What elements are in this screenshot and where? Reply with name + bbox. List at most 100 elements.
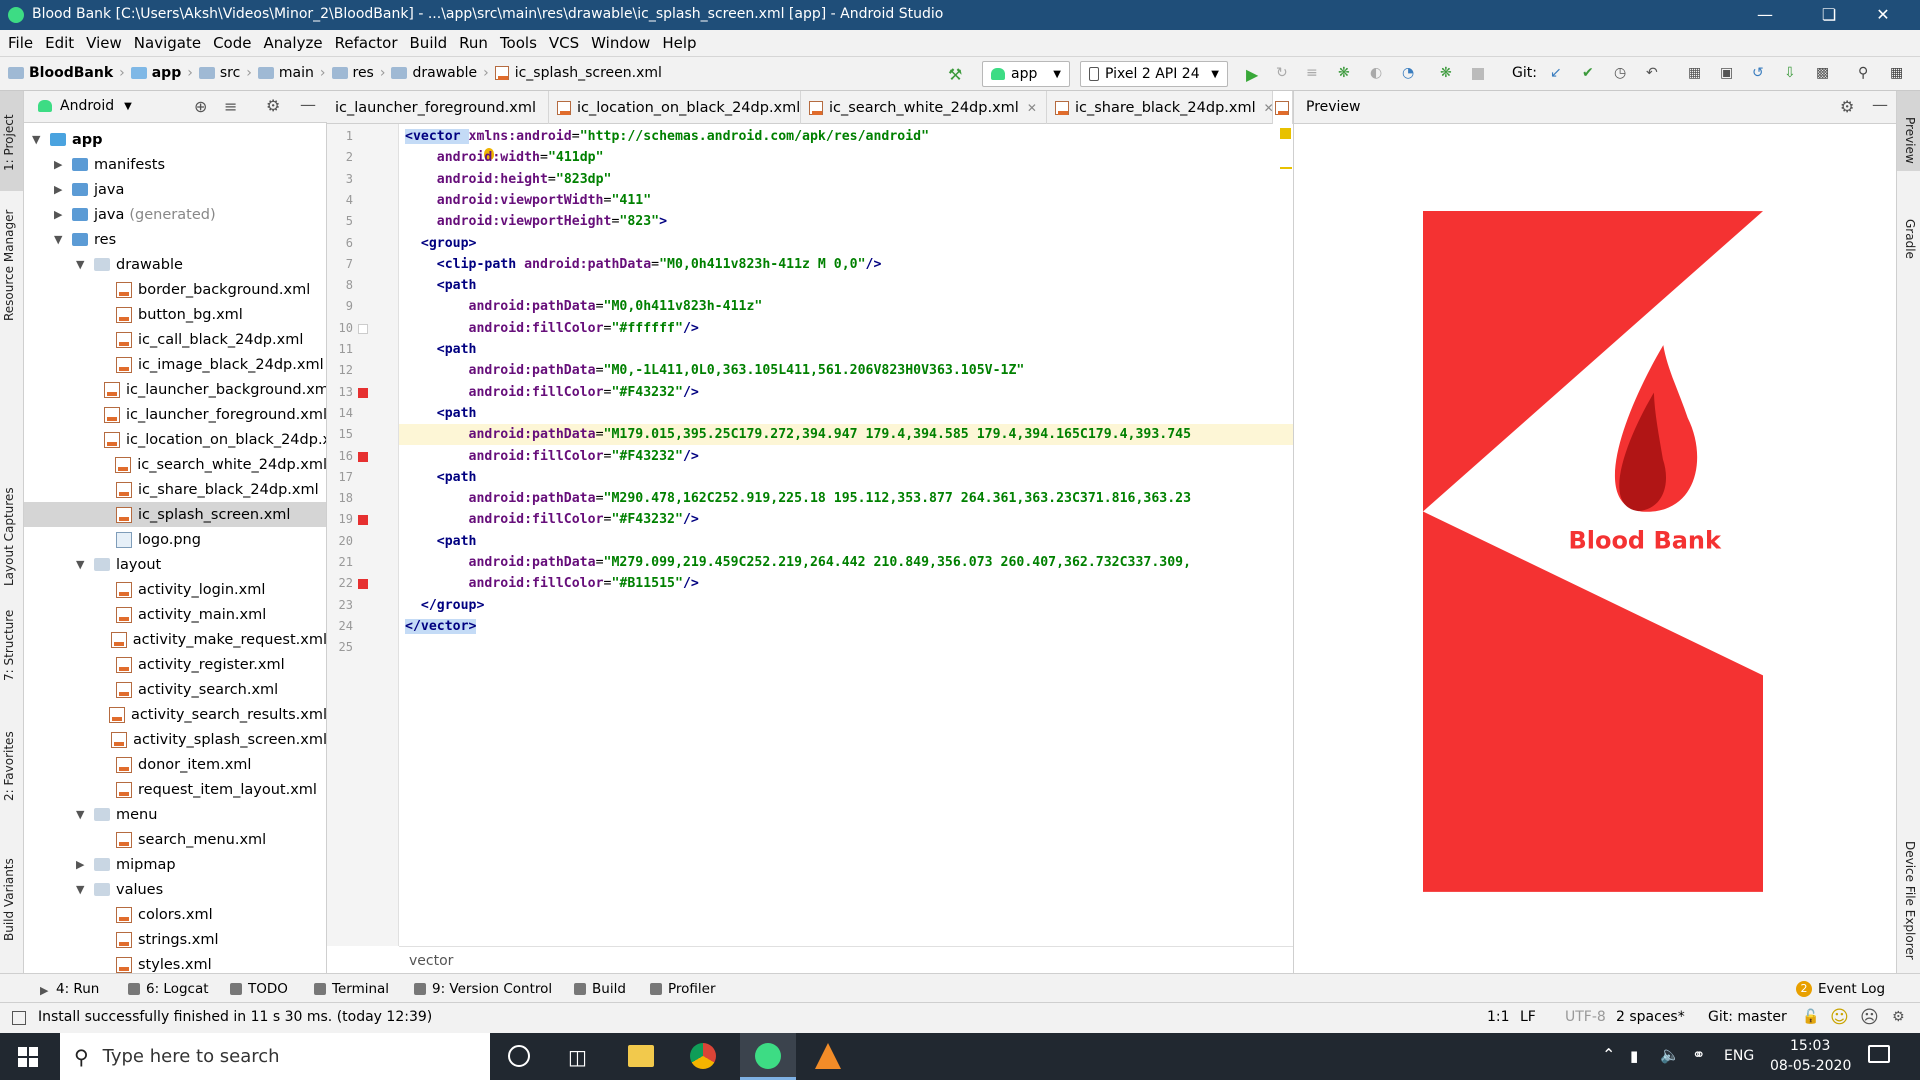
tree-file-item[interactable]: activity_search_results.xml xyxy=(24,702,326,727)
tree-file-item[interactable]: border_background.xml xyxy=(24,277,326,302)
tree-folder-item[interactable]: ▶ java (generated) xyxy=(24,202,326,227)
expand-arrow-right-icon[interactable]: ▶ xyxy=(54,158,66,171)
close-button[interactable]: ✕ xyxy=(1860,0,1906,30)
line-separator[interactable]: LF xyxy=(1520,1009,1536,1025)
tree-file-item[interactable]: ic_search_white_24dp.xml xyxy=(24,452,326,477)
tool-tab-profiler[interactable]: Profiler xyxy=(650,981,716,997)
editor-footer-tag[interactable]: vector xyxy=(409,953,453,969)
language-indicator[interactable]: ENG xyxy=(1724,1048,1754,1064)
tree-folder-item[interactable]: ▼ drawable xyxy=(24,252,326,277)
tab-ic-share-black[interactable]: ic_share_black_24dp.xml ✕ xyxy=(1047,91,1274,124)
tree-file-item[interactable]: ic_call_black_24dp.xml xyxy=(24,327,326,352)
expand-arrow-right-icon[interactable]: ▶ xyxy=(54,208,66,221)
tool-window-structure[interactable]: 7: Structure xyxy=(2,610,16,681)
apply-code-icon[interactable]: ≡ xyxy=(1306,65,1324,83)
breadcrumb-main[interactable]: main › xyxy=(257,65,326,81)
tree-file-item[interactable]: activity_search.xml xyxy=(24,677,326,702)
menu-help[interactable]: Help xyxy=(662,34,696,52)
tool-tab-terminal[interactable]: Terminal xyxy=(314,981,389,997)
cortana-icon[interactable] xyxy=(508,1045,530,1067)
tree-file-item[interactable]: donor_item.xml xyxy=(24,752,326,777)
expand-arrow-right-icon[interactable]: ▶ xyxy=(76,858,88,871)
history-icon[interactable]: ◷ xyxy=(1614,65,1632,83)
settings-icon[interactable]: ⚙ xyxy=(266,96,280,115)
feedback-sad-icon[interactable]: ☹ xyxy=(1860,1007,1879,1028)
tree-file-item[interactable]: activity_login.xml xyxy=(24,577,326,602)
apply-changes-icon[interactable]: ↻ xyxy=(1276,65,1294,83)
inspection-status-icon[interactable] xyxy=(1280,128,1291,139)
avd-manager-icon[interactable]: ▣ xyxy=(1720,65,1738,83)
tree-file-item[interactable]: colors.xml xyxy=(24,902,326,927)
rollback-icon[interactable]: ↶ xyxy=(1646,65,1664,83)
git-update-icon[interactable]: ↙ xyxy=(1550,65,1568,83)
android-studio-taskbar-item[interactable] xyxy=(740,1033,796,1080)
locate-icon[interactable]: ⊕ xyxy=(194,97,207,116)
tool-window-resource-manager[interactable]: Resource Manager xyxy=(2,210,16,321)
breadcrumb-app[interactable]: app › xyxy=(130,65,193,81)
indent-setting[interactable]: 2 spaces* xyxy=(1616,1009,1685,1025)
tab-ic-location-on-black[interactable]: ic_location_on_black_24dp.xml✕ xyxy=(549,91,818,124)
tree-file-item[interactable]: ic_launcher_background.xm xyxy=(24,377,326,402)
breadcrumb-drawable[interactable]: drawable › xyxy=(391,65,489,81)
hide-panel-icon[interactable]: — xyxy=(300,95,316,114)
tree-file-item[interactable]: search_menu.xml xyxy=(24,827,326,852)
feedback-happy-icon[interactable]: ☺ xyxy=(1830,1007,1849,1028)
tool-tab-build[interactable]: Build xyxy=(574,981,626,997)
stop-icon[interactable] xyxy=(1472,68,1484,80)
breadcrumb-src[interactable]: src › xyxy=(198,65,252,81)
tool-window-preview[interactable]: Preview xyxy=(1903,117,1917,164)
code-editor[interactable]: <vector xmlns:android="http://schemas.an… xyxy=(399,124,1293,946)
color-swatch-icon[interactable] xyxy=(358,451,368,462)
tool-tab-version-control[interactable]: 9: Version Control xyxy=(414,981,552,997)
minimize-button[interactable]: — xyxy=(1742,0,1788,30)
tool-window-build-variants[interactable]: Build Variants xyxy=(2,858,16,941)
tree-file-item[interactable]: activity_register.xml xyxy=(24,652,326,677)
sdk-manager-icon[interactable]: ⇩ xyxy=(1784,65,1802,83)
tree-file-item[interactable]: ic_location_on_black_24dp.x xyxy=(24,427,326,452)
color-swatch-icon[interactable] xyxy=(358,515,368,526)
profile-icon[interactable]: ◔ xyxy=(1402,65,1420,83)
caret-position[interactable]: 1:1 xyxy=(1487,1009,1510,1025)
tab-ic-splash-screen-active[interactable] xyxy=(1273,91,1293,124)
tree-file-item[interactable]: ic_share_black_24dp.xml xyxy=(24,477,326,502)
project-structure-icon[interactable]: ▦ xyxy=(1688,65,1706,83)
hammer-icon[interactable]: ⚒ xyxy=(948,65,966,84)
tab-ic-search-white[interactable]: ic_search_white_24dp.xml ✕ xyxy=(801,91,1047,124)
tool-window-favorites[interactable]: 2: Favorites xyxy=(2,731,16,801)
expand-arrow-right-icon[interactable]: ▶ xyxy=(54,183,66,196)
git-commit-icon[interactable]: ✔ xyxy=(1582,65,1600,83)
layout-inspector-icon[interactable]: ▩ xyxy=(1816,65,1834,83)
tool-tab-todo[interactable]: TODO xyxy=(230,981,288,997)
tool-tab-run[interactable]: ▶ 4: Run xyxy=(40,981,99,997)
tab-ic-launcher-foreground[interactable]: ic_launcher_foreground.xml xyxy=(327,91,549,124)
tree-file-item[interactable]: ic_launcher_foreground.xml xyxy=(24,402,326,427)
chrome-icon[interactable] xyxy=(690,1043,716,1069)
menu-code[interactable]: Code xyxy=(213,34,251,52)
menu-window[interactable]: Window xyxy=(591,34,650,52)
breadcrumb-file[interactable]: ic_splash_screen.xml xyxy=(494,65,662,81)
tree-folder-item[interactable]: ▼ res xyxy=(24,227,326,252)
device-select[interactable]: Pixel 2 API 24 ▼ xyxy=(1080,61,1228,87)
menu-build[interactable]: Build xyxy=(410,34,448,52)
battery-icon[interactable]: ▮ xyxy=(1630,1047,1638,1065)
breadcrumb-res[interactable]: res › xyxy=(331,65,385,81)
breadcrumb-project[interactable]: BloodBank › xyxy=(8,65,125,81)
attach-debugger-icon[interactable]: ❋ xyxy=(1440,65,1458,83)
hide-panel-icon[interactable]: — xyxy=(1872,95,1888,114)
menu-run[interactable]: Run xyxy=(459,34,488,52)
menu-analyze[interactable]: Analyze xyxy=(263,34,322,52)
tool-tab-logcat[interactable]: 6: Logcat xyxy=(128,981,209,997)
status-message[interactable]: Install successfully finished in 11 s 30… xyxy=(38,1009,432,1025)
tool-window-device-file-explorer[interactable]: Device File Explorer xyxy=(1903,841,1917,960)
menu-view[interactable]: View xyxy=(86,34,122,52)
tree-file-item[interactable]: styles.xml xyxy=(24,952,326,973)
menu-refactor[interactable]: Refactor xyxy=(335,34,398,52)
expand-arrow-down-icon[interactable]: ▼ xyxy=(76,258,88,271)
task-view-icon[interactable]: ◫ xyxy=(568,1045,587,1069)
menu-edit[interactable]: Edit xyxy=(45,34,74,52)
status-icon[interactable] xyxy=(12,1011,26,1025)
vlc-icon[interactable] xyxy=(815,1043,841,1069)
tree-folder-item[interactable]: ▼ menu xyxy=(24,802,326,827)
menu-file[interactable]: File xyxy=(8,34,33,52)
tree-folder-item[interactable]: ▼ layout xyxy=(24,552,326,577)
